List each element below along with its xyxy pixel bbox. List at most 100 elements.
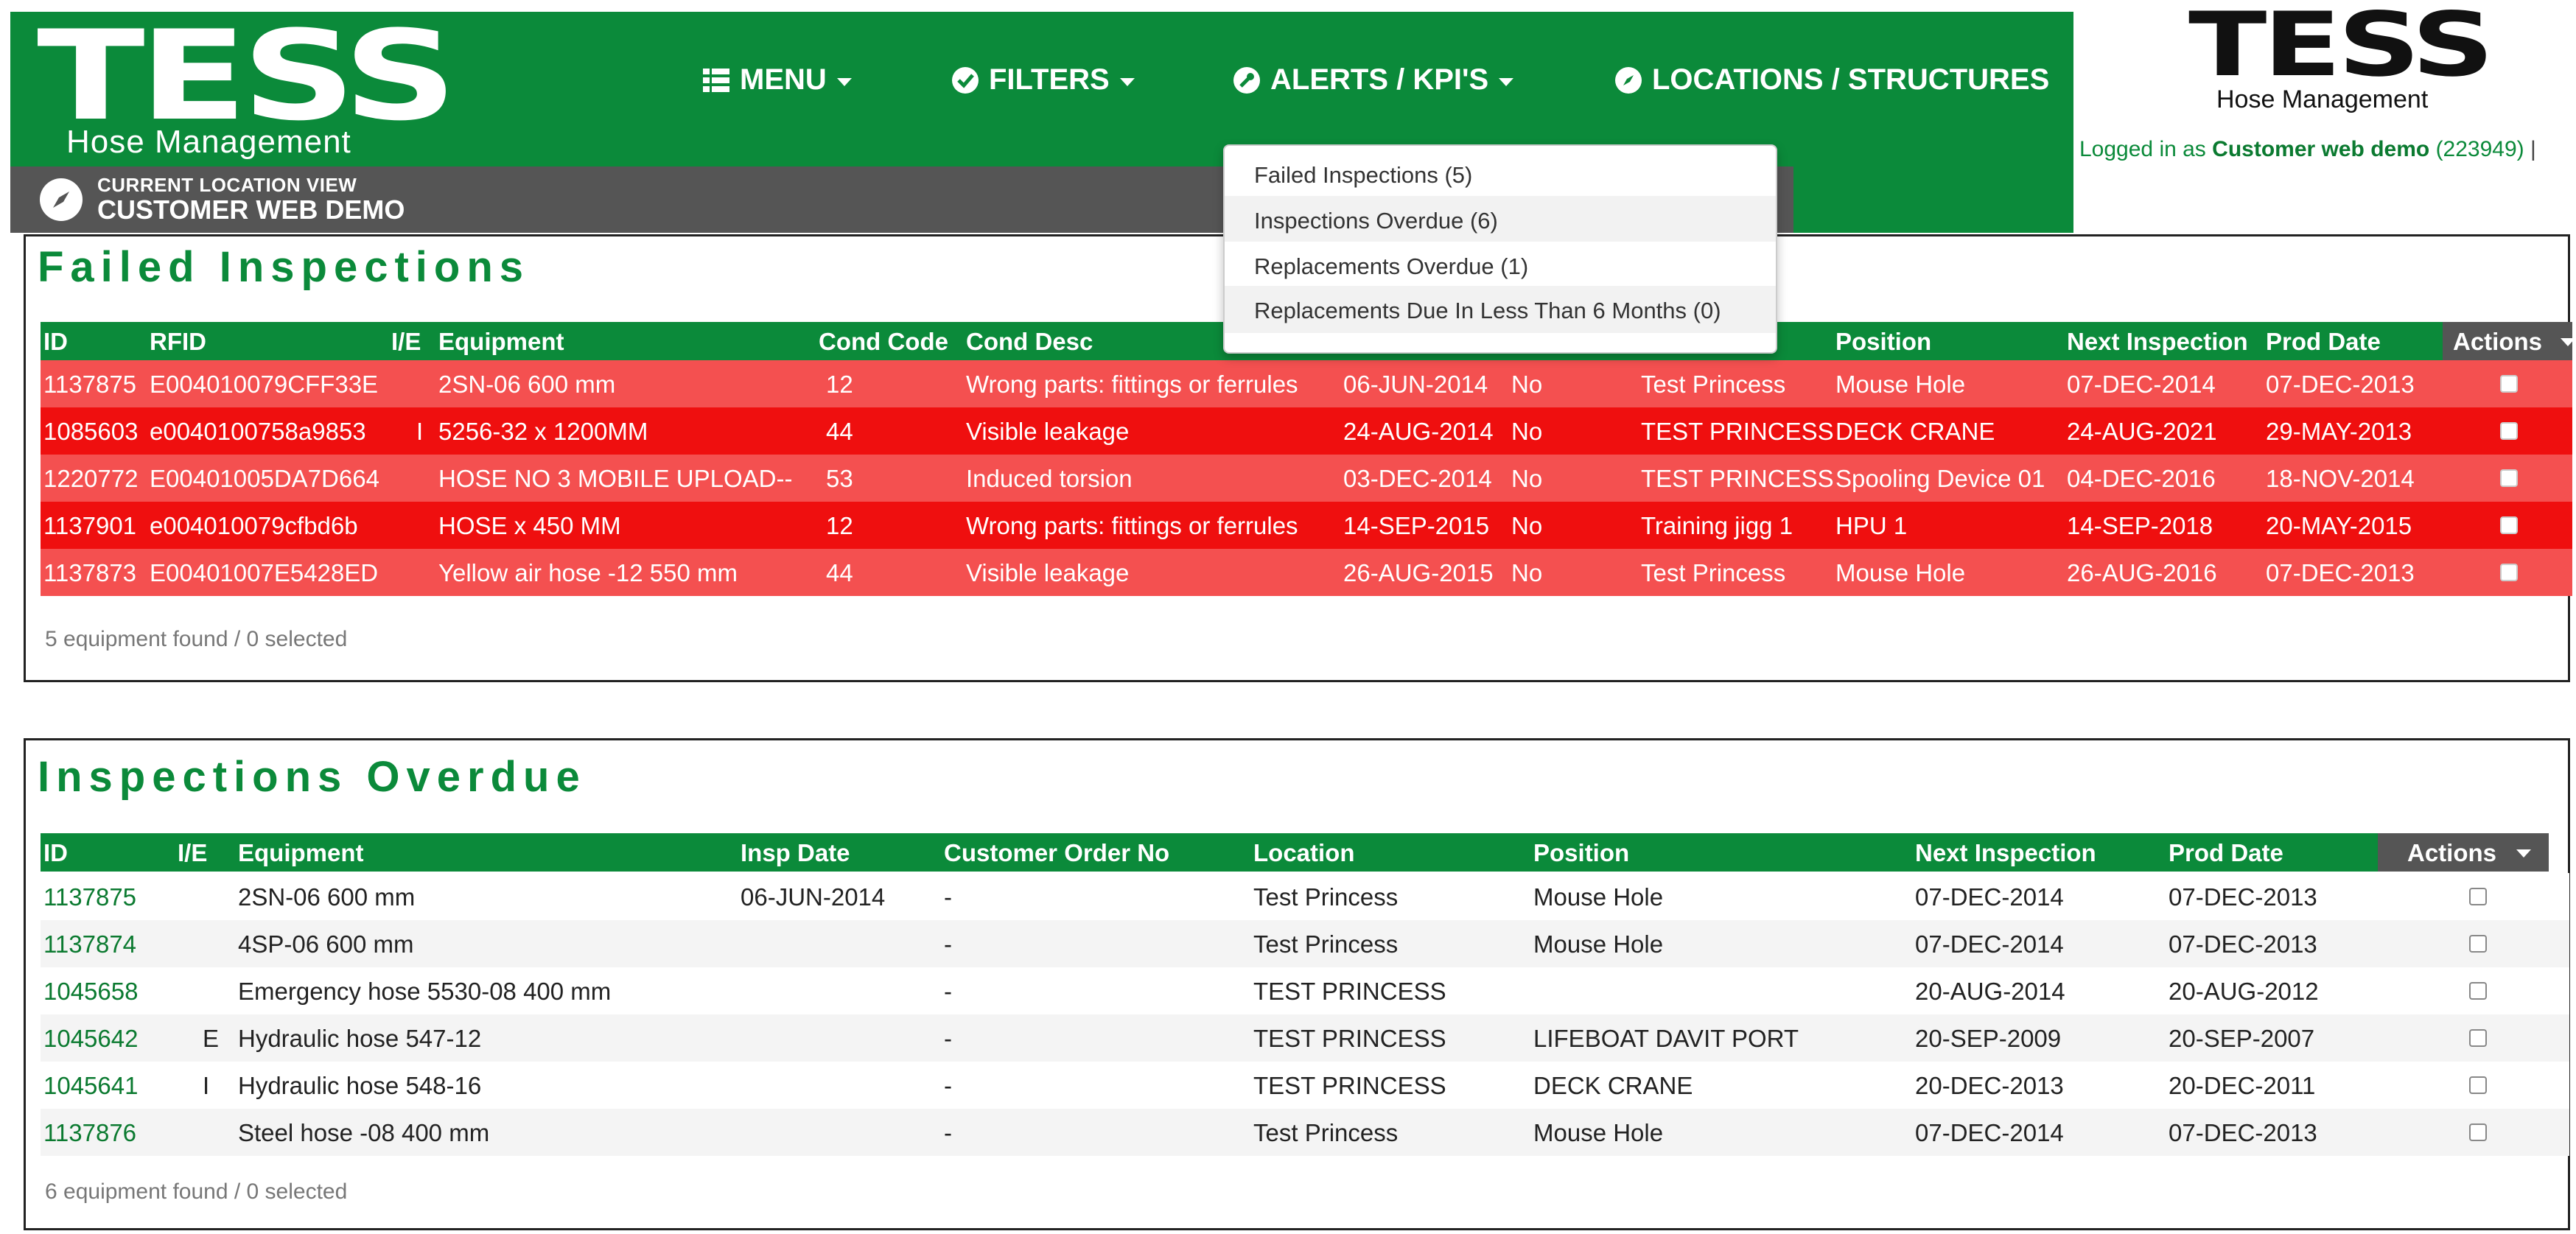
table-row[interactable]: 1137875 2SN-06 600 mm 06-JUN-2014 - Test Pri…	[41, 873, 2569, 920]
row-next-inspection: 26-AUG-2016	[2067, 559, 2217, 586]
row-cond-desc: Visible leakage	[966, 559, 1130, 586]
col-position[interactable]: Position	[1835, 328, 1931, 356]
row-id[interactable]: 1137874	[43, 930, 136, 958]
row-location: Test Princess	[1641, 559, 1786, 586]
menu-item-replacements-overdue[interactable]: Replacements Overdue (1)	[1254, 253, 1528, 280]
row-select-checkbox[interactable]	[2469, 1076, 2487, 1094]
row-id[interactable]: 1137876	[43, 1119, 136, 1147]
row-cond-code: 44	[826, 418, 853, 445]
right-tess-logo: TESS Hose Management	[2188, 1, 2494, 114]
row-id[interactable]: 1137875	[43, 883, 136, 911]
menu-item-replacements-due[interactable]: Replacements Due In Less Than 6 Months (…	[1254, 298, 1721, 324]
row-prod-date: 29-MAY-2013	[2266, 418, 2412, 445]
row-order-no: -	[944, 883, 952, 911]
row-prod-date: 18-NOV-2014	[2266, 465, 2415, 492]
row-insp-date: 24-AUG-2014	[1343, 418, 1494, 445]
row-id: 1137873	[43, 559, 137, 586]
row-select-checkbox[interactable]	[2500, 516, 2518, 534]
inspections-overdue-panel: Inspections Overdue ID I/E Equipment Ins…	[24, 738, 2570, 1230]
table-row[interactable]: 1220772 E00401005DA7D664 HOSE NO 3 MOBILE …	[41, 455, 2572, 502]
nav-locations[interactable]: LOCATIONS / STRUCTURES	[1614, 63, 2049, 97]
row-id: 1220772	[43, 465, 139, 492]
row-select-checkbox[interactable]	[2500, 469, 2518, 487]
row-position: DECK CRANE	[1533, 1072, 1693, 1099]
alerts-dropdown-menu: Failed Inspections (5) Inspections Overd…	[1223, 144, 1777, 354]
table-row[interactable]: 1045641 I Hydraulic hose 548-16 - TEST PRINC…	[41, 1062, 2569, 1109]
actions-dropdown[interactable]: Actions	[2443, 322, 2575, 360]
right-logo-subtitle: Hose Management	[2216, 85, 2429, 113]
col-position[interactable]: Position	[1533, 839, 1629, 867]
actions-dropdown[interactable]: Actions	[2378, 833, 2549, 872]
col-customer-order-no[interactable]: Customer Order No	[944, 839, 1169, 867]
row-position: LIFEBOAT DAVIT PORT	[1533, 1025, 1799, 1052]
row-position: Mouse Hole	[1533, 1119, 1664, 1146]
row-id: 1085603	[43, 418, 139, 445]
nav-locations-label: LOCATIONS / STRUCTURES	[1652, 63, 2050, 96]
row-id[interactable]: 1045641	[43, 1072, 138, 1100]
row-rfid: e0040100758a9853	[150, 418, 366, 445]
table-row[interactable]: 1137875 E004010079CFF33E 2SN-06 600 mm 12 Wr…	[41, 360, 2572, 407]
col-ie[interactable]: I/E	[178, 839, 207, 867]
col-next-inspection[interactable]: Next Inspection	[2067, 328, 2248, 356]
row-prod-date: 20-DEC-2011	[2169, 1072, 2316, 1099]
row-select-checkbox[interactable]	[2469, 982, 2487, 1000]
tess-logo[interactable]: TESS Hose Management	[37, 14, 479, 160]
col-cond-code[interactable]: Cond Code	[819, 328, 948, 356]
row-select-checkbox[interactable]	[2469, 1029, 2487, 1047]
row-select-checkbox[interactable]	[2500, 422, 2518, 440]
col-cond-desc[interactable]: Cond Desc	[966, 328, 1093, 356]
row-position: Mouse Hole	[1533, 883, 1664, 911]
logged-in-user[interactable]: Customer web demo	[2212, 137, 2429, 161]
col-prod-date[interactable]: Prod Date	[2169, 839, 2283, 867]
row-position: HPU 1	[1835, 512, 1908, 539]
row-order-no: -	[944, 978, 952, 1005]
col-equipment[interactable]: Equipment	[438, 328, 564, 356]
row-order-no: -	[944, 1025, 952, 1052]
table-row[interactable]: 1137901 e004010079cfbd6b HOSE x 450 MM 12 Wr…	[41, 502, 2572, 549]
wrench-icon	[1232, 66, 1261, 95]
logo-wordmark: TESS	[37, 4, 458, 148]
row-id[interactable]: 1045642	[43, 1025, 138, 1053]
col-insp-date[interactable]: Insp Date	[741, 839, 850, 867]
row-equipment: Emergency hose 5530-08 400 mm	[238, 978, 612, 1005]
table-row[interactable]: 1137873 E00401007E5428ED Yellow air hose -…	[41, 549, 2572, 596]
row-position: Mouse Hole	[1835, 371, 1966, 398]
row-next-inspection: 20-AUG-2014	[1915, 978, 2065, 1005]
col-location[interactable]: Location	[1253, 839, 1355, 867]
nav-menu[interactable]: MENU	[701, 63, 852, 97]
logged-in-info: Logged in as Customer web demo (223949) …	[2079, 137, 2536, 162]
row-select-checkbox[interactable]	[2469, 935, 2487, 953]
col-equipment[interactable]: Equipment	[238, 839, 364, 867]
current-location-name[interactable]: CUSTOMER WEB DEMO	[97, 194, 405, 225]
row-location: TEST PRINCESS	[1641, 418, 1834, 445]
col-next-inspection[interactable]: Next Inspection	[1915, 839, 2096, 867]
row-next-inspection: 20-DEC-2013	[1915, 1072, 2064, 1099]
logged-in-prefix: Logged in as	[2079, 137, 2206, 161]
row-select-checkbox[interactable]	[2500, 564, 2518, 581]
row-select-checkbox[interactable]	[2469, 1123, 2487, 1141]
table-row[interactable]: 1137876 Steel hose -08 400 mm - Test Prince…	[41, 1109, 2569, 1156]
col-id[interactable]: ID	[43, 839, 68, 867]
row-select-checkbox[interactable]	[2500, 375, 2518, 393]
menu-item-inspections-overdue[interactable]: Inspections Overdue (6)	[1254, 208, 1498, 234]
table-row[interactable]: 1045658 Emergency hose 5530-08 400 mm - TES…	[41, 967, 2569, 1014]
col-prod-date[interactable]: Prod Date	[2266, 328, 2381, 356]
col-ie[interactable]: I/E	[391, 328, 421, 356]
row-insp-date: 06-JUN-2014	[1343, 371, 1488, 398]
table-row[interactable]: 1085603 e0040100758a9853 I 5256-32 x 1200MM…	[41, 407, 2572, 455]
nav-alerts[interactable]: ALERTS / KPI'S	[1232, 63, 1514, 97]
nav-filters[interactable]: FILTERS	[951, 63, 1135, 97]
col-id[interactable]: ID	[43, 328, 68, 356]
row-position: DECK CRANE	[1835, 418, 1995, 445]
panel-title: Inspections Overdue	[38, 753, 587, 801]
row-id[interactable]: 1045658	[43, 978, 138, 1006]
panel-title: Failed Inspections	[38, 243, 530, 291]
table-row[interactable]: 1045642 E Hydraulic hose 547-12 - TEST PRINC…	[41, 1014, 2569, 1062]
chevron-down-icon	[2561, 338, 2575, 346]
row-cond-code: 12	[826, 371, 853, 398]
table-row[interactable]: 1137874 4SP-06 600 mm - Test Princess Mouse …	[41, 920, 2569, 967]
menu-item-failed-inspections[interactable]: Failed Inspections (5)	[1254, 162, 1472, 189]
row-select-checkbox[interactable]	[2469, 888, 2487, 905]
row-equipment: Hydraulic hose 547-12	[238, 1025, 482, 1052]
col-rfid[interactable]: RFID	[150, 328, 206, 356]
